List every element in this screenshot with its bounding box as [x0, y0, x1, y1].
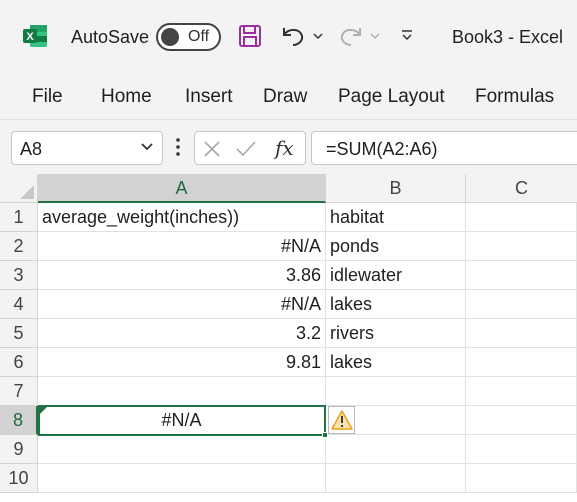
column-header-b[interactable]: B — [326, 174, 466, 203]
column-header-a[interactable]: A — [38, 174, 326, 203]
cell-c4[interactable] — [466, 290, 577, 319]
cell-c10[interactable] — [466, 464, 577, 493]
formula-input[interactable]: =SUM(A2:A6) — [311, 131, 577, 165]
row-header-8[interactable]: 8 — [0, 406, 38, 435]
tab-page-layout[interactable]: Page Layout — [338, 86, 445, 108]
undo-dropdown-icon[interactable] — [313, 32, 323, 40]
title-bar: X AutoSave Off Book3 - Excel — [0, 0, 577, 72]
tab-insert[interactable]: Insert — [185, 86, 233, 108]
active-cell-border — [38, 405, 328, 438]
redo-icon[interactable] — [338, 24, 364, 48]
row-header-6[interactable]: 6 — [0, 348, 38, 377]
row-header-1[interactable]: 1 — [0, 203, 38, 232]
cell-a3[interactable]: 3.86 — [38, 261, 326, 290]
tab-home[interactable]: Home — [101, 86, 152, 108]
chevron-down-icon[interactable] — [140, 142, 154, 152]
cell-a10[interactable] — [38, 464, 326, 493]
cell-a1[interactable]: average_weight(inches)) — [38, 203, 326, 232]
autosave-label: AutoSave — [71, 27, 150, 47]
enter-check-icon[interactable] — [235, 140, 257, 158]
cell-b9[interactable] — [326, 435, 466, 464]
redo-dropdown-icon[interactable] — [370, 32, 380, 40]
cell-c8[interactable] — [466, 406, 577, 435]
row-header-10[interactable]: 10 — [0, 464, 38, 493]
row-header-9[interactable]: 9 — [0, 435, 38, 464]
tab-draw[interactable]: Draw — [263, 86, 307, 108]
cell-a9[interactable] — [38, 435, 326, 464]
cell-b7[interactable] — [326, 377, 466, 406]
cell-b5[interactable]: rivers — [326, 319, 466, 348]
cell-b6[interactable]: lakes — [326, 348, 466, 377]
row-header-2[interactable]: 2 — [0, 232, 38, 261]
more-options-icon[interactable] — [175, 137, 181, 157]
select-all-triangle-icon — [20, 185, 34, 199]
document-title: Book3 - Excel — [452, 27, 564, 47]
cell-c3[interactable] — [466, 261, 577, 290]
cell-c1[interactable] — [466, 203, 577, 232]
cell-a5[interactable]: 3.2 — [38, 319, 326, 348]
cell-c5[interactable] — [466, 319, 577, 348]
cancel-icon[interactable] — [203, 140, 221, 158]
error-warning-button[interactable] — [328, 406, 355, 434]
ribbon-tabs: File Home Insert Draw Page Layout Formul… — [0, 72, 577, 120]
row-header-3[interactable]: 3 — [0, 261, 38, 290]
autosave-toggle[interactable]: Off — [156, 23, 221, 51]
tab-file[interactable]: File — [32, 86, 63, 108]
select-all-corner[interactable] — [0, 174, 38, 203]
cell-b2[interactable]: ponds — [326, 232, 466, 261]
warning-icon — [331, 410, 353, 430]
name-box[interactable]: A8 — [11, 131, 163, 165]
cell-b1[interactable]: habitat — [326, 203, 466, 232]
tab-formulas[interactable]: Formulas — [475, 86, 554, 108]
cell-a2[interactable]: #N/A — [38, 232, 326, 261]
cell-c6[interactable] — [466, 348, 577, 377]
formula-text: =SUM(A2:A6) — [326, 139, 438, 159]
worksheet-grid: A B C 1 2 3 4 5 6 7 8 9 10 average_weigh… — [0, 174, 577, 502]
formula-actions: fx — [194, 131, 306, 165]
cell-c9[interactable] — [466, 435, 577, 464]
cell-a6[interactable]: 9.81 — [38, 348, 326, 377]
name-box-value: A8 — [20, 139, 43, 159]
autosave-state: Off — [188, 28, 210, 45]
cell-c7[interactable] — [466, 377, 577, 406]
row-header-5[interactable]: 5 — [0, 319, 38, 348]
save-icon[interactable] — [238, 24, 262, 48]
row-header-7[interactable]: 7 — [0, 377, 38, 406]
column-header-c[interactable]: C — [466, 174, 577, 203]
svg-text:X: X — [26, 31, 34, 43]
excel-logo-icon: X — [23, 25, 47, 47]
cell-b4[interactable]: lakes — [326, 290, 466, 319]
insert-function-button[interactable]: fx — [275, 136, 294, 160]
toggle-knob — [161, 28, 179, 46]
undo-icon[interactable] — [280, 24, 306, 48]
customize-toolbar-icon[interactable] — [400, 28, 414, 42]
cell-a4[interactable]: #N/A — [38, 290, 326, 319]
cell-c2[interactable] — [466, 232, 577, 261]
cell-b10[interactable] — [326, 464, 466, 493]
cell-a7[interactable] — [38, 377, 326, 406]
cell-b3[interactable]: idlewater — [326, 261, 466, 290]
row-header-4[interactable]: 4 — [0, 290, 38, 319]
